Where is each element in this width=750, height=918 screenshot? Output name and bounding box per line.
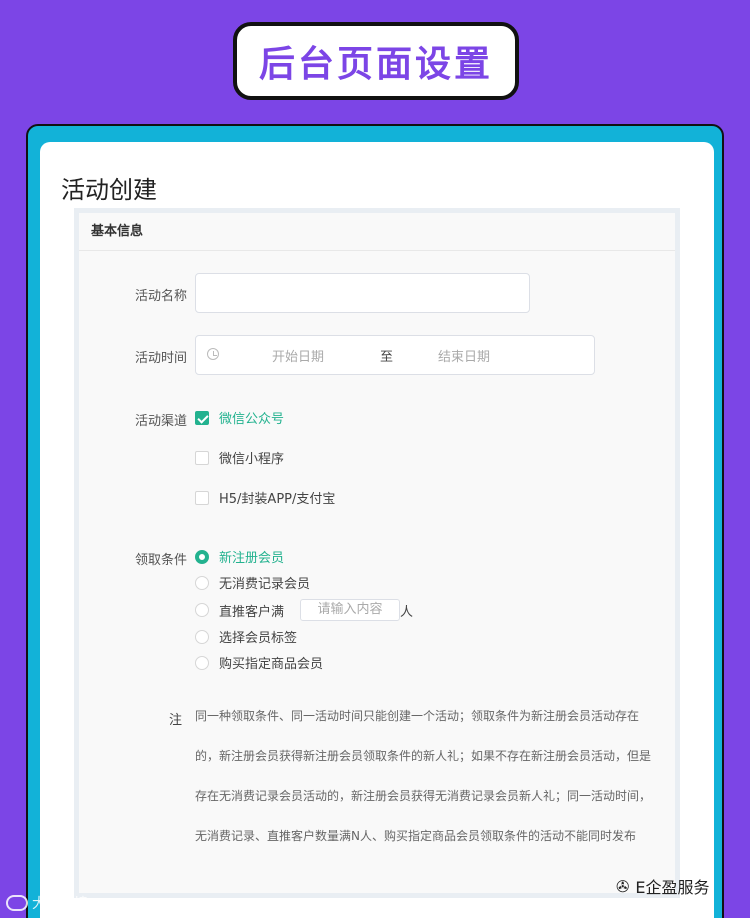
activity-date-range-picker[interactable]: 开始日期 至 结束日期 xyxy=(195,335,595,375)
note-line: 无消费记录、直推客户数量满N人、购买指定商品会员领取条件的活动不能同时发布 xyxy=(195,829,636,843)
condition-purchase-product[interactable]: 购买指定商品会员 xyxy=(195,653,323,672)
brand-logo-icon xyxy=(6,895,28,911)
radio-icon[interactable] xyxy=(195,655,209,670)
referral-count-suffix: 人 xyxy=(400,604,414,620)
channel-wechat-miniprogram[interactable]: 微信小程序 xyxy=(195,448,284,467)
radio-icon[interactable] xyxy=(195,629,209,644)
condition-label: 直推客户满 xyxy=(219,604,285,620)
radio-selected-icon[interactable] xyxy=(195,549,209,564)
note-text: 同一种领取条件、同一活动时间只能创建一个活动；领取条件为新注册会员活动存在 的，… xyxy=(195,696,665,856)
clock-icon xyxy=(207,348,219,360)
radio-icon[interactable] xyxy=(195,575,209,590)
watermark-left-text: 大数跨境 xyxy=(32,896,88,912)
page-title: 活动创建 xyxy=(61,176,157,204)
activity-channel-label: 活动渠道 xyxy=(134,414,187,429)
start-date-input[interactable]: 开始日期 xyxy=(272,346,324,365)
checkbox-icon[interactable] xyxy=(195,490,209,505)
page-card: 活动创建 基本信息 活动名称 活动时间 开始日期 至 结束日期 活动渠道 微信公… xyxy=(40,142,714,918)
condition-label: 选择会员标签 xyxy=(219,631,298,646)
activity-name-label: 活动名称 xyxy=(134,289,187,304)
note-line: 同一种领取条件、同一活动时间只能创建一个活动；领取条件为新注册会员活动存在 xyxy=(195,709,640,723)
condition-label: 新注册会员 xyxy=(219,551,285,566)
range-separator: 至 xyxy=(380,350,394,365)
condition-member-tag[interactable]: 选择会员标签 xyxy=(195,627,297,646)
banner-title: 后台页面设置 xyxy=(258,44,493,85)
channel-label: H5/封装APP/支付宝 xyxy=(219,492,336,507)
note-line: 的，新注册会员获得新注册会员领取条件的新人礼；如果不存在新注册会员活动，但是 xyxy=(195,749,652,763)
condition-label: 无消费记录会员 xyxy=(219,577,311,592)
referral-count-input[interactable]: 请输入内容 xyxy=(300,599,401,621)
channel-wechat-official[interactable]: 微信公众号 xyxy=(195,408,284,427)
screenshot-frame: 活动创建 基本信息 活动名称 活动时间 开始日期 至 结束日期 活动渠道 微信公… xyxy=(26,124,724,918)
channel-label: 微信公众号 xyxy=(219,412,285,427)
condition-no-consumption[interactable]: 无消费记录会员 xyxy=(195,573,310,592)
watermark-left: 大数跨境 xyxy=(6,893,88,913)
condition-new-member[interactable]: 新注册会员 xyxy=(195,547,284,566)
condition-label: 购买指定商品会员 xyxy=(219,657,324,672)
watermark-right: ✇ E企盈服务 xyxy=(616,874,710,898)
note-label: 注 xyxy=(169,713,183,728)
end-date-input[interactable]: 结束日期 xyxy=(438,346,490,365)
activity-name-input[interactable] xyxy=(195,273,530,313)
claim-condition-label: 领取条件 xyxy=(134,553,187,568)
channel-label: 微信小程序 xyxy=(219,452,285,467)
radio-icon[interactable] xyxy=(195,603,209,617)
checkbox-checked-icon[interactable] xyxy=(195,410,209,425)
wechat-icon: ✇ xyxy=(616,876,630,896)
channel-h5-app-alipay[interactable]: H5/封装APP/支付宝 xyxy=(195,488,335,507)
checkbox-icon[interactable] xyxy=(195,450,209,465)
title-banner: 后台页面设置 xyxy=(233,22,519,100)
note-line: 存在无消费记录会员活动的，新注册会员获得无消费记录会员新人礼；同一活动时间， xyxy=(195,789,652,803)
watermark-right-text: E企盈服务 xyxy=(635,878,710,897)
activity-time-label: 活动时间 xyxy=(134,351,187,366)
condition-direct-referral[interactable]: 直推客户满 请输入内容 人 xyxy=(195,599,413,621)
basic-info-panel: 基本信息 活动名称 活动时间 开始日期 至 结束日期 活动渠道 微信公众号 微信… xyxy=(74,208,680,898)
panel-header: 基本信息 xyxy=(79,213,675,251)
